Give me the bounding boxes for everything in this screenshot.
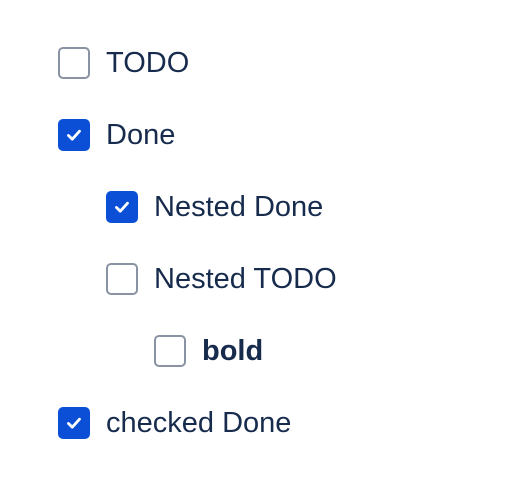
checkmark-icon — [67, 417, 81, 429]
checkbox-nested-done[interactable] — [106, 191, 138, 223]
task-label-bold: bold — [202, 335, 264, 367]
checkbox-nested-todo[interactable] — [106, 263, 138, 295]
task-label-todo: TODO — [106, 47, 190, 79]
checkbox-done[interactable] — [58, 119, 90, 151]
checkmark-icon — [67, 129, 81, 141]
task-label-checked-done: checked Done — [106, 407, 292, 439]
task-item-nested-todo: Nested TODO — [106, 262, 337, 296]
task-item-nested-done: Nested Done — [106, 190, 323, 224]
task-label-done: Done — [106, 119, 176, 151]
task-item-bold: bold — [154, 334, 263, 368]
checkbox-todo[interactable] — [58, 47, 90, 79]
task-item-todo: TODO — [58, 46, 189, 80]
task-list: TODO Done Nested Done Nested TODO bold c… — [0, 0, 526, 500]
checkbox-checked-done[interactable] — [58, 407, 90, 439]
task-label-nested-done: Nested Done — [154, 191, 324, 223]
task-item-done: Done — [58, 118, 175, 152]
task-item-checked-done: checked Done — [58, 406, 291, 440]
task-label-nested-todo: Nested TODO — [154, 263, 337, 295]
checkmark-icon — [115, 201, 129, 213]
checkbox-bold[interactable] — [154, 335, 186, 367]
